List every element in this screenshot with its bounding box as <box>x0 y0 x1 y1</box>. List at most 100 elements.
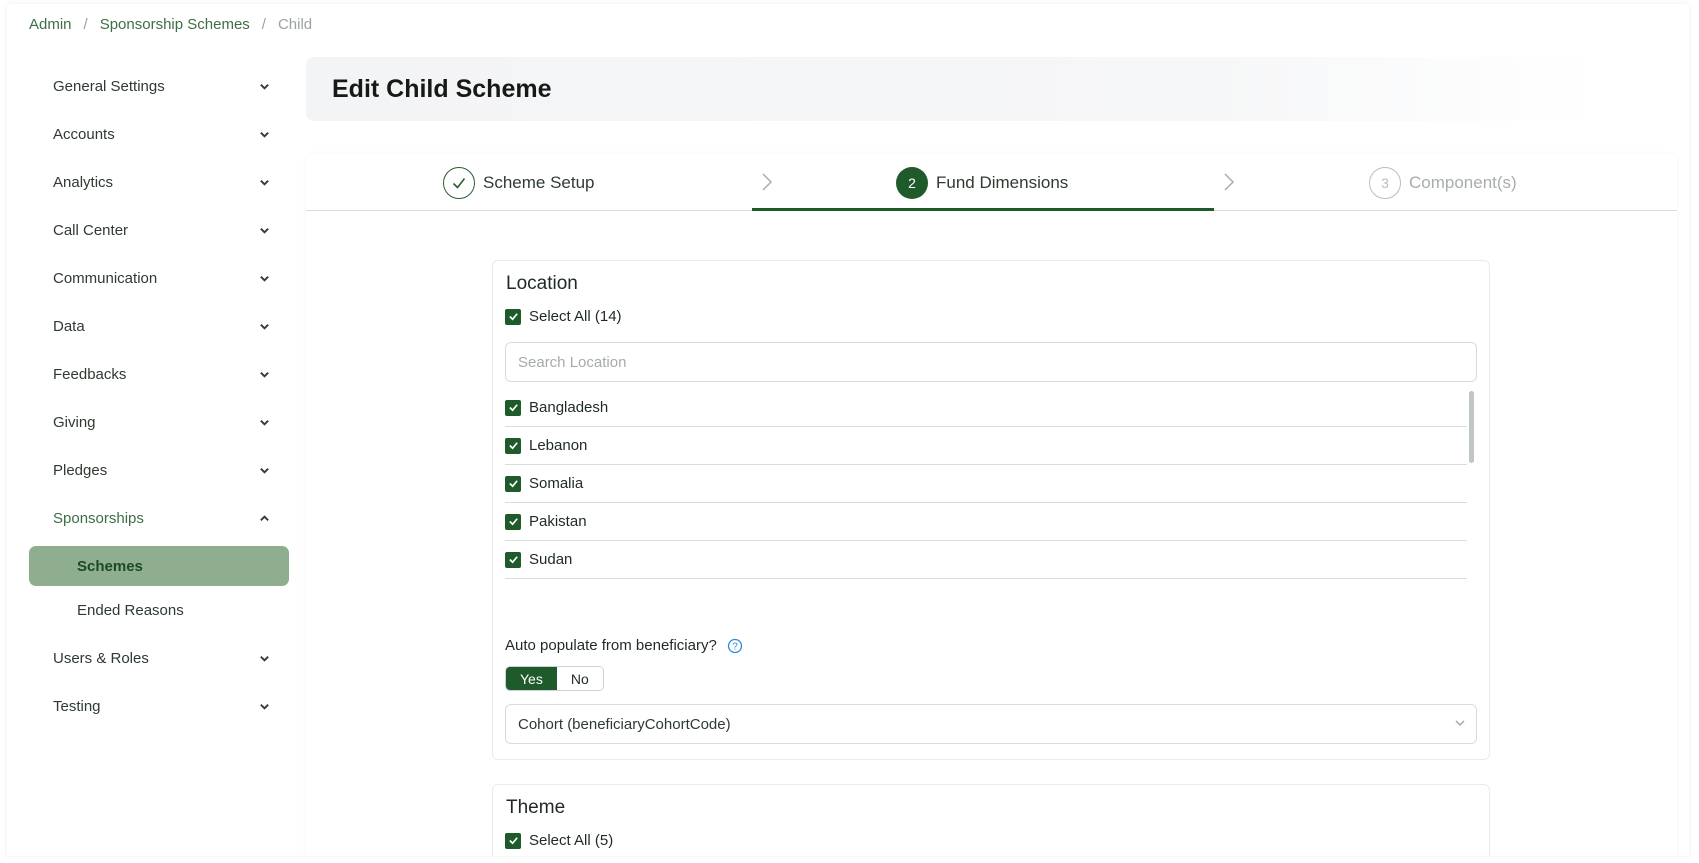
page-header: Edit Child Scheme <box>306 57 1596 121</box>
toggle-yes-button[interactable]: Yes <box>506 667 557 690</box>
location-list: Bangladesh Lebanon Somalia Pakistan Suda… <box>505 389 1467 579</box>
chevron-down-icon <box>257 463 271 477</box>
beneficiary-field-select[interactable]: Cohort (beneficiaryCohortCode) <box>505 704 1477 744</box>
app-frame: Admin / Sponsorship Schemes / Child Gene… <box>7 4 1689 856</box>
chevron-down-icon <box>257 651 271 665</box>
sidebar-item-label: Call Center <box>53 221 129 239</box>
sidebar-item-label: Accounts <box>53 125 115 143</box>
select-all-location[interactable]: Select All (14) <box>505 308 622 325</box>
step-fund-dimensions[interactable]: 2 Fund Dimensions <box>896 154 1068 211</box>
list-item[interactable]: Somalia <box>505 465 1467 503</box>
check-icon <box>443 166 475 199</box>
list-item-label: Sudan <box>529 551 573 568</box>
active-step-underline <box>752 208 1214 211</box>
location-section: Location Select All (14) Bangladesh Leba… <box>492 260 1490 760</box>
checkbox-checked-icon[interactable] <box>505 437 521 454</box>
list-item-label: Lebanon <box>529 437 588 454</box>
scrollbar-thumb[interactable] <box>1469 391 1474 463</box>
section-title: Theme <box>506 797 566 818</box>
list-item-label: Pakistan <box>529 513 587 530</box>
list-item[interactable]: Bangladesh <box>505 389 1467 427</box>
sidebar-item-communication[interactable]: Communication <box>29 254 289 302</box>
chevron-down-icon <box>257 415 271 429</box>
select-all-label: Select All (5) <box>529 832 614 849</box>
sidebar-item-testing[interactable]: Testing <box>29 682 289 730</box>
toggle-no-button[interactable]: No <box>556 667 603 690</box>
wizard-card: Scheme Setup 2 Fund Dimensions 3 Compone… <box>306 154 1677 856</box>
sidebar-item-feedbacks[interactable]: Feedbacks <box>29 350 289 398</box>
chevron-down-icon <box>257 699 271 713</box>
select-value: Cohort (beneficiaryCohortCode) <box>518 715 731 733</box>
sidebar-item-sponsorships[interactable]: Sponsorships <box>29 494 289 542</box>
checkbox-checked-icon[interactable] <box>505 399 521 416</box>
sidebar-item-label: Pledges <box>53 461 108 479</box>
chevron-down-icon <box>257 319 271 333</box>
sidebar-item-label: Communication <box>53 269 158 287</box>
list-item[interactable]: Lebanon <box>505 427 1467 465</box>
breadcrumb-separator: / <box>83 16 88 33</box>
scrollbar[interactable] <box>1469 391 1474 567</box>
list-item-label: Bangladesh <box>529 399 609 416</box>
auto-populate-label: Auto populate from beneficiary? ? <box>505 637 743 654</box>
step-number: 3 <box>1369 166 1401 199</box>
chevron-down-icon <box>1454 716 1466 733</box>
sidebar-item-label: Feedbacks <box>53 365 127 383</box>
sidebar-item-accounts[interactable]: Accounts <box>29 110 289 158</box>
breadcrumb-admin[interactable]: Admin <box>29 16 72 33</box>
sidebar-item-data[interactable]: Data <box>29 302 289 350</box>
section-title: Location <box>506 273 578 294</box>
chevron-down-icon <box>257 79 271 93</box>
sidebar: General Settings Accounts Analytics Call… <box>29 62 289 730</box>
step-label: Component(s) <box>1409 172 1517 192</box>
list-item[interactable]: Pakistan <box>505 503 1467 541</box>
chevron-up-icon <box>257 511 271 525</box>
sidebar-item-label: Testing <box>53 697 101 715</box>
checkbox-checked-icon[interactable] <box>505 832 521 849</box>
breadcrumb-separator: / <box>261 16 266 33</box>
checkbox-checked-icon[interactable] <box>505 308 521 325</box>
breadcrumb-sponsorship-schemes[interactable]: Sponsorship Schemes <box>100 16 250 33</box>
breadcrumb: Admin / Sponsorship Schemes / Child <box>29 16 312 33</box>
theme-section: Theme Select All (5) <box>492 784 1490 856</box>
sidebar-item-label: Data <box>53 317 85 335</box>
auto-populate-text: Auto populate from beneficiary? <box>505 637 717 654</box>
sidebar-item-pledges[interactable]: Pledges <box>29 446 289 494</box>
step-number: 2 <box>896 166 928 199</box>
step-scheme-setup[interactable]: Scheme Setup <box>443 154 595 211</box>
chevron-down-icon <box>257 271 271 285</box>
sidebar-item-label: Users & Roles <box>53 649 149 667</box>
sidebar-item-users-roles[interactable]: Users & Roles <box>29 634 289 682</box>
help-icon[interactable]: ? <box>727 638 743 654</box>
select-all-label: Select All (14) <box>529 308 622 325</box>
breadcrumb-child: Child <box>277 16 313 33</box>
checkbox-checked-icon[interactable] <box>505 513 521 530</box>
sidebar-item-giving[interactable]: Giving <box>29 398 289 446</box>
step-components[interactable]: 3 Component(s) <box>1369 154 1517 211</box>
sidebar-item-label: Sponsorships <box>53 509 144 527</box>
checkbox-checked-icon[interactable] <box>505 551 521 568</box>
stepper: Scheme Setup 2 Fund Dimensions 3 Compone… <box>306 154 1677 211</box>
sidebar-subitem-schemes[interactable]: Schemes <box>29 546 289 586</box>
chevron-right-icon <box>1223 172 1235 196</box>
list-item-label: Somalia <box>529 475 584 492</box>
list-item[interactable]: Sudan <box>505 541 1467 579</box>
step-label: Fund Dimensions <box>936 172 1069 192</box>
checkbox-checked-icon[interactable] <box>505 475 521 492</box>
page-title: Edit Child Scheme <box>332 74 552 103</box>
search-location-input[interactable] <box>505 342 1477 382</box>
svg-text:?: ? <box>732 641 738 652</box>
chevron-right-icon <box>761 172 773 196</box>
sidebar-item-general-settings[interactable]: General Settings <box>29 62 289 110</box>
sidebar-item-call-center[interactable]: Call Center <box>29 206 289 254</box>
sidebar-item-label: General Settings <box>53 77 165 95</box>
auto-populate-toggle: Yes No <box>505 666 604 691</box>
sidebar-subitem-ended-reasons[interactable]: Ended Reasons <box>29 590 289 630</box>
select-all-theme[interactable]: Select All (5) <box>505 832 613 849</box>
sidebar-item-analytics[interactable]: Analytics <box>29 158 289 206</box>
chevron-down-icon <box>257 175 271 189</box>
sidebar-item-label: Analytics <box>53 173 114 191</box>
sidebar-item-label: Giving <box>53 413 96 431</box>
step-label: Scheme Setup <box>483 172 595 192</box>
chevron-down-icon <box>257 223 271 237</box>
chevron-down-icon <box>257 127 271 141</box>
